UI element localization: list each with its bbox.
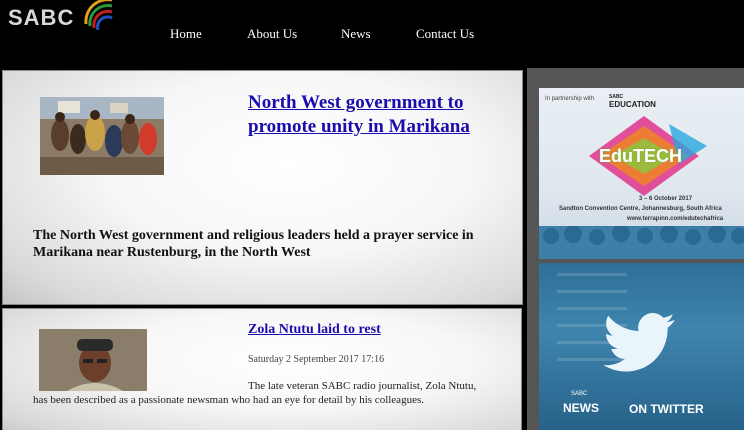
crowd-photo-icon[interactable] [40, 97, 164, 175]
edutech-dates: 3 – 6 October 2017 [639, 196, 693, 202]
logo-arc-icon [84, 0, 113, 30]
site-header: SABC Home About Us News Contact Us [0, 0, 744, 68]
edutech-venue: Sandton Convention Centre, Johannesburg,… [559, 206, 722, 212]
twitter-banner[interactable]: SABC NEWS ON TWITTER [539, 263, 744, 430]
edutech-brand: EduTECH [599, 146, 682, 166]
article-title-link[interactable]: Zola Ntutu laid to rest [248, 322, 381, 338]
edutech-url: www.terrapinn.com/edutechafrica [627, 216, 724, 222]
article-dateline: Saturday 2 September 2017 17:16 [248, 354, 385, 365]
on-twitter-label: ON TWITTER [629, 402, 704, 416]
news-label: NEWS [563, 401, 599, 415]
nav-contact-us[interactable]: Contact Us [416, 26, 474, 42]
article-body: The late veteran SABC radio journalist, … [33, 380, 477, 406]
nav-about-us[interactable]: About Us [247, 26, 297, 42]
nav-home[interactable]: Home [170, 26, 202, 42]
sabc-education-logo: SABC EDUCATION [609, 94, 656, 109]
sabc-logo[interactable]: SABC [6, 0, 136, 40]
twitter-bird-icon [603, 313, 675, 372]
logo-text: SABC [8, 5, 75, 30]
nav-news[interactable]: News [341, 26, 371, 42]
news-list: North West government to promote unity i… [0, 68, 526, 430]
sabc-education-name: EDUCATION [609, 100, 656, 109]
article-title-link[interactable]: North West government to promote unity i… [248, 91, 508, 139]
audience-silhouette-icon [539, 226, 744, 259]
article-card: Zola Ntutu laid to rest Saturday 2 Septe… [2, 308, 522, 430]
partner-text: In partnership with [545, 96, 595, 102]
article-card: North West government to promote unity i… [2, 70, 523, 305]
edutech-ad-banner[interactable]: In partnership with SABC EDUCATION EduTE… [539, 88, 744, 259]
article-summary: The North West government and religious … [33, 228, 474, 260]
sidebar: In partnership with SABC EDUCATION EduTE… [527, 68, 744, 430]
sabc-mini-label: SABC [571, 391, 588, 397]
